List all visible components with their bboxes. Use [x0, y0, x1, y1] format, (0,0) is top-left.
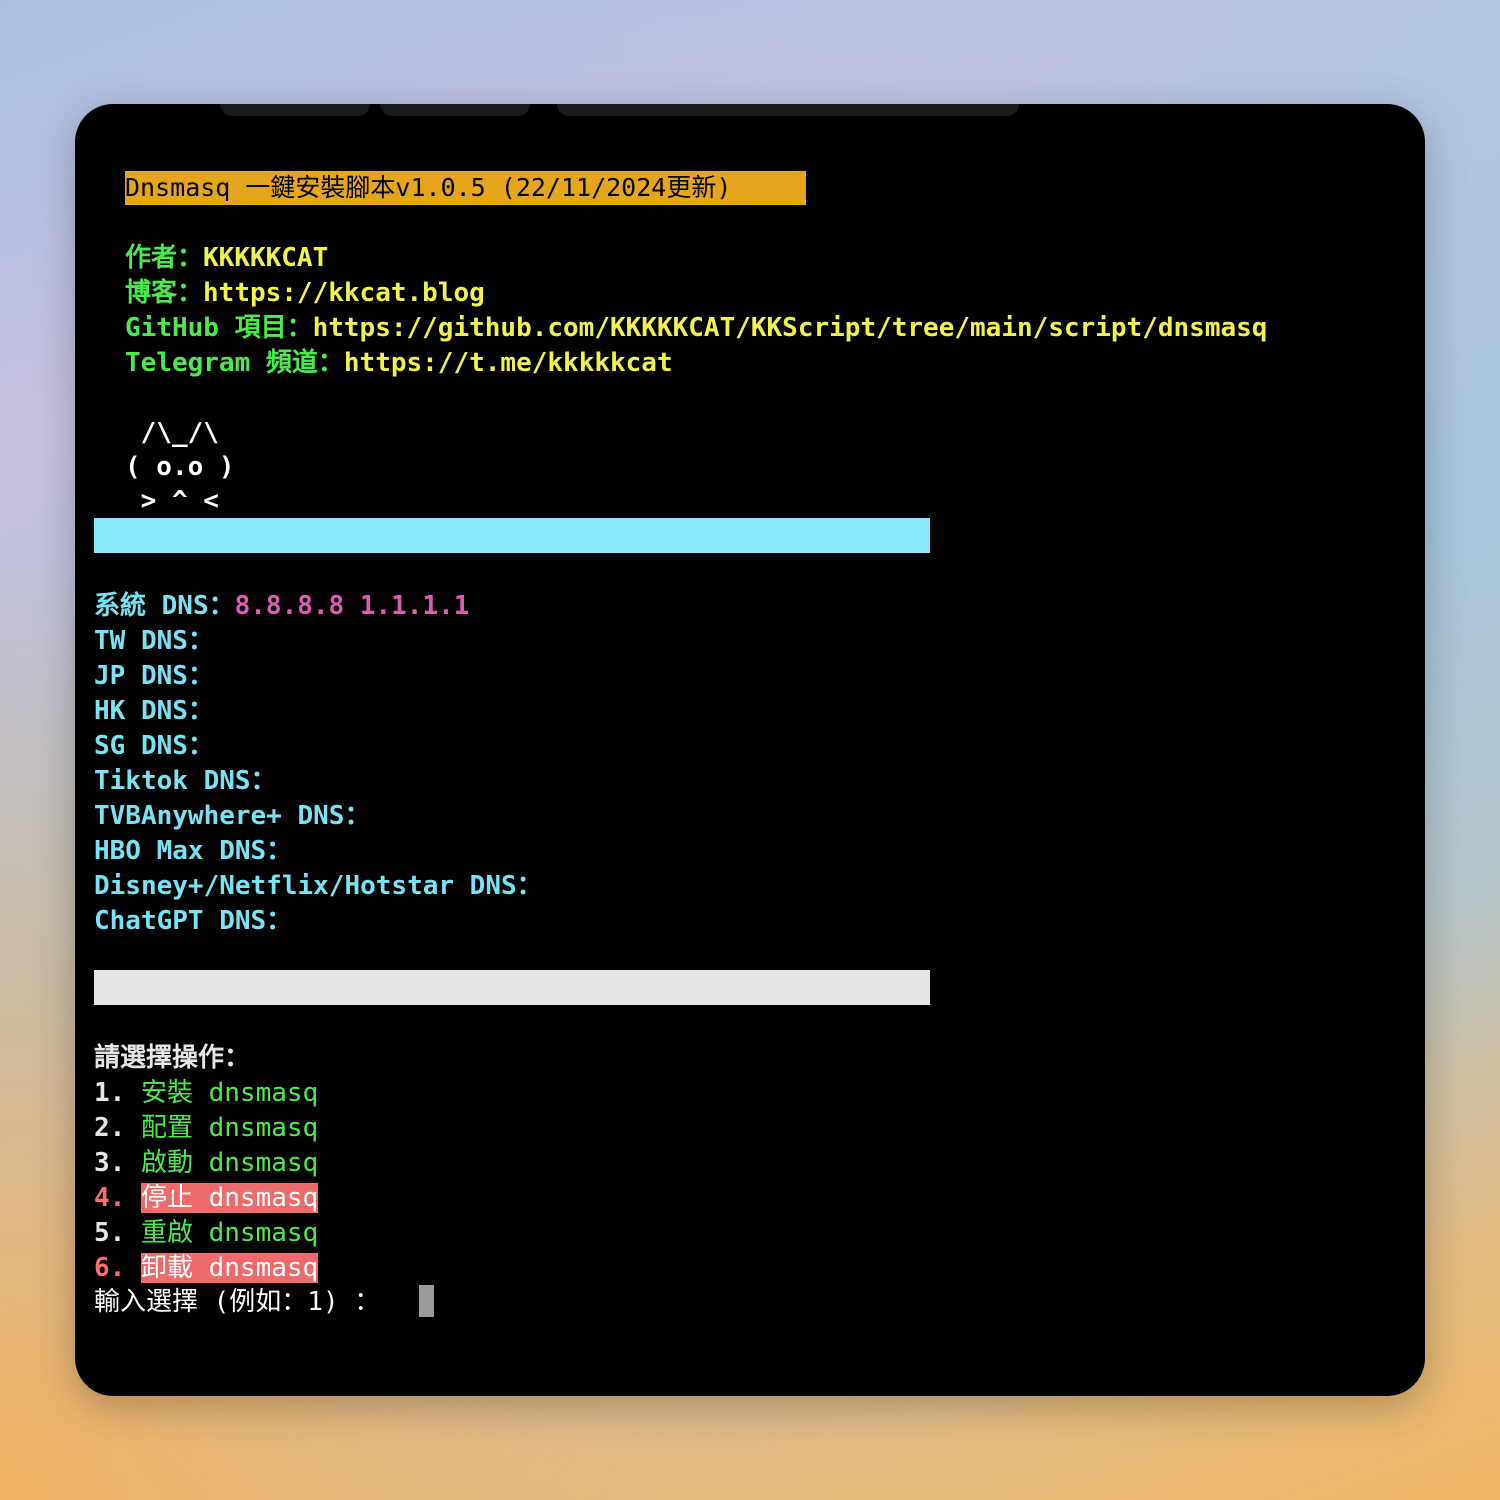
terminal-tab[interactable]: [557, 104, 1019, 116]
terminal-window[interactable]: Dnsmasq 一鍵安裝腳本v1.0.5 (22/11/2024更新) 作者：K…: [75, 104, 1425, 1396]
menu-prompt-title: 請選擇操作：: [94, 1043, 251, 1073]
menu-option-start[interactable]: 3. 啟動 dnsmasq: [94, 1146, 318, 1180]
info-author: 作者：KKKKKCAT: [125, 243, 329, 273]
dns-entry: JP DNS：: [94, 661, 214, 691]
ascii-art-line: /\_/\: [125, 418, 219, 448]
menu-option-install[interactable]: 1. 安裝 dnsmasq: [94, 1076, 318, 1110]
terminal-tab[interactable]: [380, 104, 530, 116]
dns-entry: HK DNS：: [94, 696, 214, 726]
script-title: Dnsmasq 一鍵安裝腳本v1.0.5 (22/11/2024更新): [125, 171, 806, 205]
info-blog: 博客：https://kkcat.blog: [125, 278, 485, 308]
menu-option-stop[interactable]: 4. 停止 dnsmasq: [94, 1181, 319, 1215]
dns-entry: Tiktok DNS：: [94, 766, 277, 796]
dns-entry: HBO Max DNS：: [94, 836, 293, 866]
dns-entry: SG DNS：: [94, 731, 214, 761]
system-dns: 系統 DNS：8.8.8.8 1.1.1.1: [94, 591, 470, 621]
ascii-art-line: ( o.o ): [125, 452, 235, 482]
separator-bar: [94, 970, 930, 1005]
dns-entry: Disney+/Netflix/Hotstar DNS：: [94, 871, 543, 901]
terminal-tab[interactable]: [220, 104, 370, 116]
info-github: GitHub 項目：https://github.com/KKKKKCAT/KK…: [125, 313, 1268, 343]
dns-entry: TVBAnywhere+ DNS：: [94, 801, 371, 831]
input-prompt[interactable]: 輸入選擇 (例如：1) ：: [94, 1285, 380, 1319]
menu-option-configure[interactable]: 2. 配置 dnsmasq: [94, 1111, 318, 1145]
info-telegram: Telegram 頻道：https://t.me/kkkkkcat: [125, 348, 673, 378]
menu-option-uninstall[interactable]: 6. 卸載 dnsmasq: [94, 1251, 319, 1285]
separator-bar: [94, 518, 930, 553]
ascii-art-line: > ^ <: [125, 486, 219, 516]
dns-entry: ChatGPT DNS：: [94, 906, 293, 936]
text-cursor: [419, 1285, 434, 1317]
dns-entry: TW DNS：: [94, 626, 214, 656]
menu-option-restart[interactable]: 5. 重啟 dnsmasq: [94, 1216, 318, 1250]
